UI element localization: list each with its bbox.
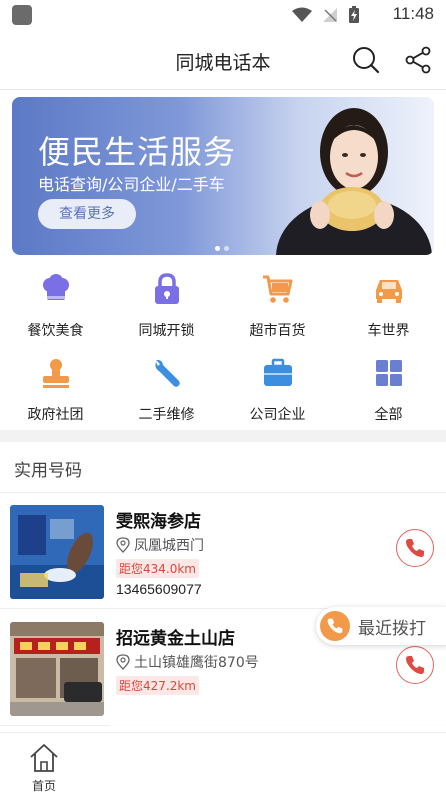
listing-name: 招远黄金土山店 xyxy=(116,629,235,649)
category-dining[interactable]: 餐饮美食 xyxy=(0,268,111,344)
bottom-nav: 首页 xyxy=(0,732,446,794)
section-divider xyxy=(0,430,446,442)
grid-icon xyxy=(376,360,402,386)
recent-calls-button[interactable]: 最近拨打 xyxy=(316,607,446,645)
home-icon xyxy=(30,744,58,772)
search-icon[interactable] xyxy=(350,44,382,76)
call-button[interactable] xyxy=(396,529,434,567)
category-label: 全部 xyxy=(374,407,403,423)
pagination-dot xyxy=(224,246,229,251)
listing-address: 凤凰城西门 xyxy=(116,535,204,555)
category-repair[interactable]: 二手维修 xyxy=(111,352,222,428)
briefcase-icon xyxy=(264,358,292,386)
listing-thumbnail xyxy=(10,505,104,599)
category-label: 公司企业 xyxy=(249,407,306,423)
promo-banner[interactable]: 便民生活服务 电话查询/公司企业/二手车 查看更多 xyxy=(12,97,434,255)
banner-subtitle: 电话查询/公司企业/二手车 xyxy=(38,175,225,194)
category-supermarket[interactable]: 超市百货 xyxy=(222,268,333,344)
view-more-button[interactable]: 查看更多 xyxy=(38,199,136,229)
category-locksmith[interactable]: 同城开锁 xyxy=(111,268,222,344)
location-pin-icon xyxy=(116,537,130,553)
category-all[interactable]: 全部 xyxy=(333,352,444,428)
battery-charging-icon xyxy=(349,6,359,23)
listing-phone: 13465609077 xyxy=(116,581,202,597)
wifi-icon xyxy=(292,7,312,22)
category-label: 同城开锁 xyxy=(138,323,195,339)
call-button[interactable] xyxy=(396,646,434,684)
banner-woman-image xyxy=(276,108,432,255)
category-label: 餐饮美食 xyxy=(27,323,84,339)
status-time: 11:48 xyxy=(392,4,434,23)
category-label: 政府社团 xyxy=(27,407,84,423)
stamp-icon xyxy=(43,359,69,388)
chef-hat-icon xyxy=(43,274,69,300)
category-label: 二手维修 xyxy=(138,407,195,423)
category-government[interactable]: 政府社团 xyxy=(0,352,111,428)
category-grid: 餐饮美食 同城开锁 超市百货 车世界 政府社团 二手维修 公司企业 全部 xyxy=(0,268,446,428)
status-icons xyxy=(292,6,360,24)
shopping-cart-icon xyxy=(263,275,293,303)
notification-icon xyxy=(12,5,32,25)
listing-name: 雯熙海参店 xyxy=(116,512,201,532)
category-cars[interactable]: 车世界 xyxy=(333,268,444,344)
category-label: 超市百货 xyxy=(249,323,306,339)
listing-address-text: 凤凰城西门 xyxy=(134,538,204,554)
phone-icon xyxy=(327,618,343,634)
share-icon[interactable] xyxy=(402,44,434,76)
location-pin-icon xyxy=(116,654,130,670)
banner-title: 便民生活服务 xyxy=(38,133,237,171)
nav-home-label: 首页 xyxy=(31,779,56,793)
car-icon xyxy=(376,280,402,303)
nav-home[interactable]: 首页 xyxy=(24,739,64,793)
app-header: 同城电话本 xyxy=(0,30,446,90)
listing-address: 土山镇雄鹰街870号 xyxy=(116,652,259,672)
phone-icon xyxy=(406,539,424,557)
listing-address-text: 土山镇雄鹰街870号 xyxy=(134,655,259,671)
category-label: 车世界 xyxy=(367,323,410,339)
pagination-dot-active xyxy=(215,246,220,251)
section-title: 实用号码 xyxy=(14,461,82,481)
distance-badge: 距您434.0km xyxy=(116,559,199,578)
banner-pagination xyxy=(215,246,229,251)
recent-calls-label: 最近拨打 xyxy=(358,618,426,639)
wrench-icon xyxy=(155,359,180,387)
no-signal-icon xyxy=(323,8,337,22)
category-company[interactable]: 公司企业 xyxy=(222,352,333,428)
status-bar: 11:48 xyxy=(0,0,446,30)
listing-thumbnail xyxy=(10,622,104,716)
listing-item[interactable]: 雯熙海参店 凤凰城西门 距您434.0km 13465609077 xyxy=(0,493,446,609)
recent-phone-icon xyxy=(320,611,350,641)
phone-icon xyxy=(406,656,424,674)
lock-icon xyxy=(155,273,179,304)
